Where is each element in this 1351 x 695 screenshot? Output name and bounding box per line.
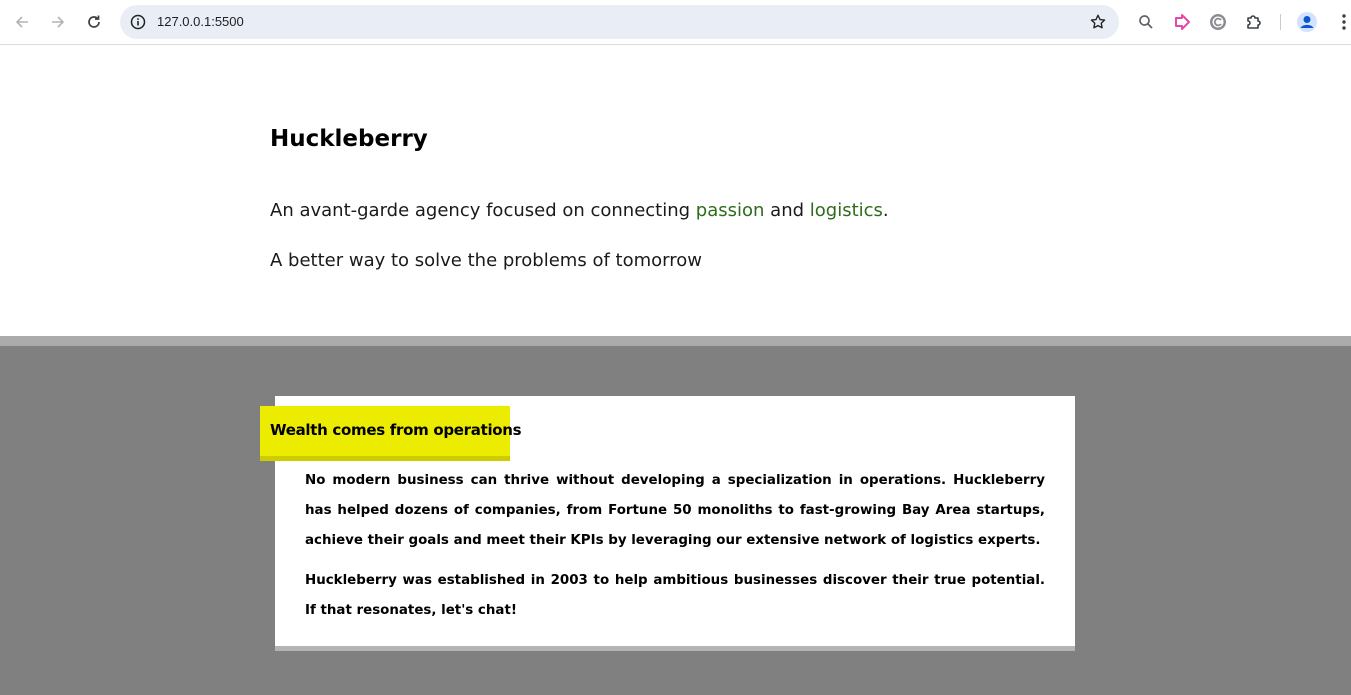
- extensions-puzzle-icon[interactable]: [1243, 11, 1265, 33]
- site-info-icon[interactable]: [129, 13, 147, 31]
- arrow-left-icon: [15, 16, 28, 28]
- url-text[interactable]: 127.0.0.1:5500: [157, 14, 244, 29]
- card-body: No modern business can thrive without de…: [305, 466, 1045, 636]
- arrow-right-icon: [52, 16, 65, 28]
- extension-arrow-icon[interactable]: [1171, 11, 1193, 33]
- search-icon[interactable]: [1135, 11, 1157, 33]
- logistics-highlight: logistics: [809, 200, 883, 221]
- card-paragraph: No modern business can thrive without de…: [305, 473, 1045, 548]
- subline: A better way to solve the problems of to…: [270, 250, 702, 271]
- forward-button[interactable]: [45, 9, 71, 35]
- reload-button[interactable]: [81, 9, 107, 35]
- reload-icon: [88, 15, 100, 28]
- profile-avatar-icon[interactable]: [1296, 11, 1318, 33]
- grammar-extension-icon[interactable]: [1207, 11, 1229, 33]
- section-divider: [0, 336, 1351, 346]
- card-heading-tag: Wealth comes from operations: [260, 406, 522, 461]
- browser-toolbar: 127.0.0.1:5500: [0, 0, 1351, 45]
- site-title: Huckleberry: [270, 126, 428, 152]
- tagline-text: An avant-garde agency focused on connect…: [270, 200, 696, 221]
- card-heading: Wealth comes from operations: [270, 421, 522, 439]
- address-bar[interactable]: 127.0.0.1:5500: [120, 5, 1119, 39]
- toolbar-separator: [1280, 14, 1281, 30]
- bookmark-star-icon[interactable]: [1089, 13, 1107, 31]
- back-button[interactable]: [9, 9, 35, 35]
- menu-kebab-icon[interactable]: [1333, 11, 1351, 33]
- tagline-text: and: [764, 200, 810, 221]
- tagline: An avant-garde agency focused on connect…: [270, 200, 889, 221]
- card-paragraph: Huckleberry was established in 2003 to h…: [305, 573, 1045, 618]
- hero-section: Huckleberry An avant-garde agency focuse…: [0, 46, 1351, 336]
- passion-highlight: passion: [695, 200, 765, 221]
- tagline-text: .: [882, 200, 889, 221]
